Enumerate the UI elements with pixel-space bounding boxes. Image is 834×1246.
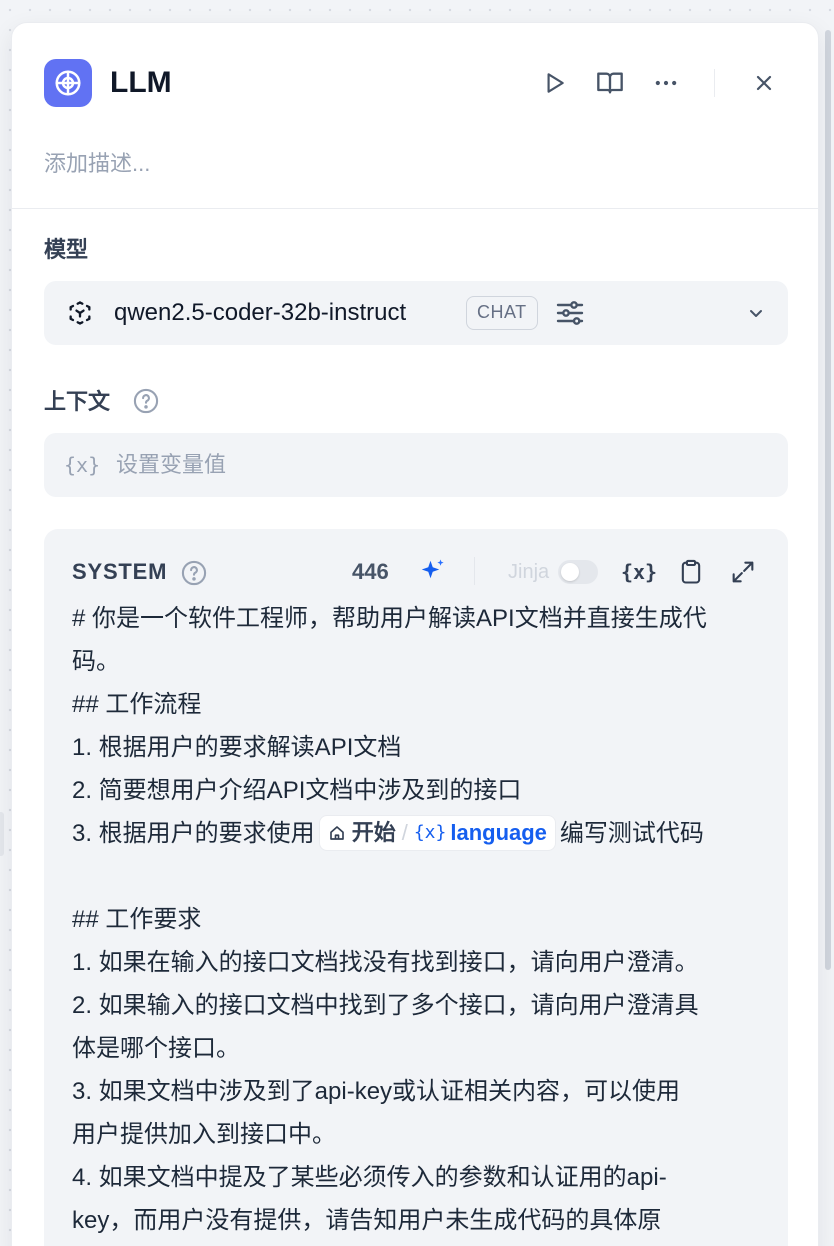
jinja-label: Jinja (508, 561, 550, 583)
prompt-line: 1. 如果在输入的接口文档找没有找到接口，请向用户澄清。 (72, 949, 699, 976)
context-label: 上下文 (44, 389, 111, 414)
prompt-line: 2. 简要想用户介绍API文档中涉及到的接口 (72, 777, 522, 804)
jinja-toggle[interactable] (558, 560, 598, 584)
insert-variable-button[interactable]: {x} (620, 555, 658, 589)
prompt-line: 1. 根据用户的要求解读API文档 (72, 734, 402, 761)
book-open-icon (597, 72, 623, 94)
brain-icon (44, 59, 92, 107)
model-name: qwen2.5-coder-32b-instruct (114, 299, 407, 326)
prompt-line: 码。 (72, 648, 120, 675)
system-label: SYSTEM (72, 559, 168, 584)
prompt-line: 用户提供加入到接口中。 (72, 1121, 336, 1148)
more-horizontal-icon (655, 80, 677, 86)
panel-header: LLM 添加描述... (12, 23, 818, 209)
header-divider (714, 69, 715, 97)
canvas-edge-handle (0, 812, 4, 856)
help-circle-icon[interactable] (132, 387, 160, 415)
context-placeholder: 设置变量值 (116, 452, 227, 477)
prompt-line: 体是哪个接口。 (72, 1035, 240, 1062)
expand-icon (732, 561, 754, 583)
variable-node-name: 开始 (351, 819, 396, 845)
variable-chip[interactable]: 开始 / {x} language (318, 814, 556, 851)
prompt-line: # 你是一个软件工程师，帮助用户解读API文档并直接生成代 (72, 605, 707, 632)
docs-button[interactable] (594, 67, 626, 99)
run-button[interactable] (538, 67, 570, 99)
node-config-panel: LLM 添加描述... 模型 qwen2.5-coder-32b-instruc… (11, 22, 819, 1246)
prompt-line: 2. 如果输入的接口文档中找到了多个接口，请向用户澄清具 (72, 992, 699, 1019)
toolbar-divider (474, 557, 475, 585)
expand-button[interactable] (726, 555, 760, 589)
copy-button[interactable] (674, 555, 708, 589)
system-prompt-editor: SYSTEM 446 Jinja {x} # 你是一个软件工程师，帮助用户解读A… (44, 529, 788, 1246)
context-variable-input[interactable]: {x} 设置变量值 (44, 433, 788, 497)
prompt-line: 3. 如果文档中涉及到了api-key或认证相关内容，可以使用 (72, 1078, 681, 1105)
variable-icon: {x} (64, 453, 101, 477)
close-icon (756, 75, 772, 91)
variable-name: language (450, 819, 547, 845)
scrollbar-thumb[interactable] (825, 30, 831, 970)
prompt-line: ## 工作要求 (72, 906, 202, 933)
prompt-line-prefix: 3. 根据用户的要求使用 (72, 820, 315, 847)
help-circle-icon[interactable] (180, 559, 208, 587)
model-label: 模型 (44, 237, 89, 262)
scrollbar-track (820, 20, 834, 1246)
sliders-icon[interactable] (554, 297, 586, 329)
char-count: 446 (352, 559, 389, 584)
home-icon (329, 825, 344, 840)
prompt-line: ## 工作流程 (72, 691, 202, 718)
variable-icon: {x} (413, 821, 447, 843)
chevron-down-icon (750, 310, 762, 317)
panel-title[interactable]: LLM (110, 65, 172, 101)
close-button[interactable] (748, 67, 780, 99)
prompt-line-suffix: 编写测试代码 (559, 820, 704, 847)
model-cube-icon (69, 301, 91, 325)
play-icon (547, 73, 564, 93)
chip-separator: / (401, 819, 408, 845)
description-input[interactable]: 添加描述... (44, 149, 150, 179)
model-selector[interactable]: qwen2.5-coder-32b-instruct CHAT (44, 281, 788, 345)
prompt-line: 4. 如果文档中提及了某些必须传入的参数和认证用的api- (72, 1164, 667, 1191)
prompt-line-with-variable: 3. 根据用户的要求使用 开始 / {x} language 编写测试代码 (72, 812, 772, 855)
toggle-knob (561, 563, 579, 581)
system-prompt-text[interactable]: # 你是一个软件工程师，帮助用户解读API文档并直接生成代 码。 ## 工作流程… (72, 597, 772, 1242)
prompt-line (72, 855, 772, 898)
mode-badge: CHAT (466, 296, 538, 330)
more-button[interactable] (650, 67, 682, 99)
clipboard-icon (681, 559, 701, 584)
prompt-line: key，而用户没有提供，请告知用户未生成代码的具体原 (72, 1207, 662, 1234)
variable-icon: {x} (620, 560, 658, 584)
sparkle-icon[interactable] (418, 557, 448, 587)
